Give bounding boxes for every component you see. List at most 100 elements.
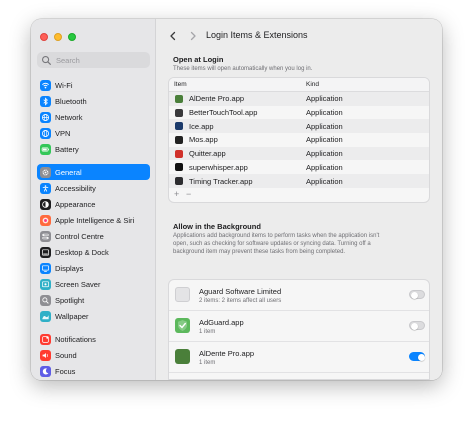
background-subtitle-line: Applications add background items to per… <box>173 233 380 239</box>
siri-icon <box>40 214 51 226</box>
table-footer: + − <box>169 189 429 202</box>
sidebar-item-wallpaper[interactable]: Wallpaper <box>37 308 150 324</box>
globe-icon <box>40 111 51 123</box>
app-icon <box>175 318 190 333</box>
app-icon <box>175 94 183 103</box>
sidebar-item-desktop-dock[interactable]: Desktop & Dock <box>37 244 150 260</box>
item-kind: Application <box>306 135 343 145</box>
chevron-right-icon <box>190 31 196 41</box>
background-item-detail: 1 item <box>199 329 216 335</box>
background-item-row: Aguard Software Limited 2 items: 2 items … <box>169 280 429 311</box>
item-name: AlDente Pro.app <box>189 94 245 104</box>
sidebar-item-network[interactable]: Network <box>37 109 150 125</box>
background-item-toggle[interactable] <box>409 352 425 361</box>
forward-button[interactable] <box>186 29 200 43</box>
sidebar-item-label: Control Centre <box>55 231 104 241</box>
table-row[interactable]: BetterTouchTool.app Application <box>169 106 429 120</box>
window-controls <box>40 33 76 41</box>
sidebar-item-label: Apple Intelligence & Siri <box>55 215 135 225</box>
toggle-knob <box>410 291 418 299</box>
search-input[interactable] <box>56 55 146 65</box>
sidebar-item-label: Spotlight <box>55 295 85 305</box>
sidebar-item-label: Bluetooth <box>55 96 87 106</box>
table-row[interactable]: Ice.app Application <box>169 119 429 134</box>
dock-icon <box>40 246 51 258</box>
zoom-button[interactable] <box>68 33 76 41</box>
sidebar-item-focus[interactable]: Focus <box>37 363 150 379</box>
sidebar-item-spotlight[interactable]: Spotlight <box>37 292 150 308</box>
sidebar-item-control-centre[interactable]: Control Centre <box>37 228 150 244</box>
background-subtitle: Applications add background items to per… <box>173 232 379 257</box>
table-row[interactable]: Quitter.app Application <box>169 146 429 161</box>
minimize-button[interactable] <box>54 33 62 41</box>
sidebar-item-label: Accessibility <box>55 183 96 193</box>
background-item-toggle[interactable] <box>409 290 425 299</box>
search-field[interactable] <box>37 52 150 68</box>
item-name: Mos.app <box>189 135 218 145</box>
sidebar-item-accessibility[interactable]: Accessibility <box>37 180 150 196</box>
open-at-login-title: Open at Login <box>173 55 224 64</box>
background-item-row: Backblaze2 items: 1 item affects all use… <box>169 373 429 379</box>
app-icon <box>175 163 183 172</box>
item-kind: Application <box>306 108 343 118</box>
background-item-detail: 2 items: 2 items affect all users <box>199 298 282 304</box>
sidebar-item-appearance[interactable]: Appearance <box>37 196 150 212</box>
sidebar-item-displays[interactable]: Displays <box>37 260 150 276</box>
item-kind: Application <box>306 162 343 172</box>
background-item-row: AdGuard.app 1 item <box>169 311 429 342</box>
sidebar-item-label: Wi-Fi <box>55 80 73 90</box>
toggle-knob <box>410 322 418 330</box>
toolbar: Login Items & Extensions <box>156 19 442 53</box>
background-item-row: AlDente Pro.app 1 item <box>169 342 429 373</box>
sidebar-item-label: VPN <box>55 128 71 138</box>
sidebar-item-wi-fi[interactable]: Wi-Fi <box>37 77 150 93</box>
sidebar-item-apple-intelligence-siri[interactable]: Apple Intelligence & Siri <box>37 212 150 228</box>
remove-item-button[interactable]: − <box>186 189 191 199</box>
sidebar-item-label: Focus <box>55 366 76 376</box>
gear-icon <box>40 166 51 178</box>
item-kind: Application <box>306 94 343 104</box>
background-item-toggle[interactable] <box>409 321 425 330</box>
background-item-name: Aguard Software Limited <box>199 287 282 296</box>
item-kind: Application <box>306 176 343 186</box>
item-kind: Application <box>306 121 343 131</box>
table-row[interactable]: Timing Tracker.app Application <box>169 174 429 188</box>
screensaver-icon <box>40 278 51 290</box>
control-centre-icon <box>40 230 51 242</box>
table-row[interactable]: AlDente Pro.app Application <box>169 92 429 106</box>
sidebar-item-label: Displays <box>55 263 84 273</box>
sidebar-item-sound[interactable]: Sound <box>37 347 150 363</box>
table-row[interactable]: superwhisper.app Application <box>169 161 429 175</box>
main-pane: Login Items & Extensions Open at Login T… <box>156 19 442 380</box>
app-icon <box>175 349 190 364</box>
sidebar-item-label: Wallpaper <box>55 311 89 321</box>
sidebar-item-vpn[interactable]: VPN <box>37 125 150 141</box>
column-header-kind[interactable]: Kind <box>306 81 319 88</box>
item-name: BetterTouchTool.app <box>189 108 258 118</box>
item-name: Timing Tracker.app <box>189 176 253 186</box>
spotlight-icon <box>40 294 51 306</box>
sidebar-item-bluetooth[interactable]: Bluetooth <box>37 93 150 109</box>
app-icon <box>175 177 183 186</box>
sidebar-group-connectivity: Wi-Fi Bluetooth Network VPN Battery <box>37 77 150 157</box>
sidebar-item-screen-saver[interactable]: Screen Saver <box>37 276 150 292</box>
table-row[interactable]: Mos.app Application <box>169 133 429 147</box>
close-button[interactable] <box>40 33 48 41</box>
accessibility-icon <box>40 182 51 194</box>
open-at-login-subtitle: These items will open automatically when… <box>173 66 313 72</box>
column-header-item[interactable]: Item <box>174 81 187 88</box>
sidebar-item-label: Battery <box>55 144 79 154</box>
sidebar-item-general[interactable]: General <box>37 164 150 180</box>
add-item-button[interactable]: + <box>174 189 179 199</box>
sidebar-item-battery[interactable]: Battery <box>37 141 150 157</box>
chevron-left-icon <box>170 31 176 41</box>
sidebar-item-label: Appearance <box>55 199 96 209</box>
back-button[interactable] <box>166 29 180 43</box>
sidebar-item-label: Desktop & Dock <box>55 247 109 257</box>
battery-icon <box>40 143 51 155</box>
background-item-name: AlDente Pro.app <box>199 349 255 358</box>
sidebar-item-notifications[interactable]: Notifications <box>37 331 150 347</box>
sidebar-item-label: Notifications <box>55 334 96 344</box>
display-icon <box>40 262 51 274</box>
sidebar-group-system: General Accessibility Appearance Apple Inte… <box>37 164 150 324</box>
